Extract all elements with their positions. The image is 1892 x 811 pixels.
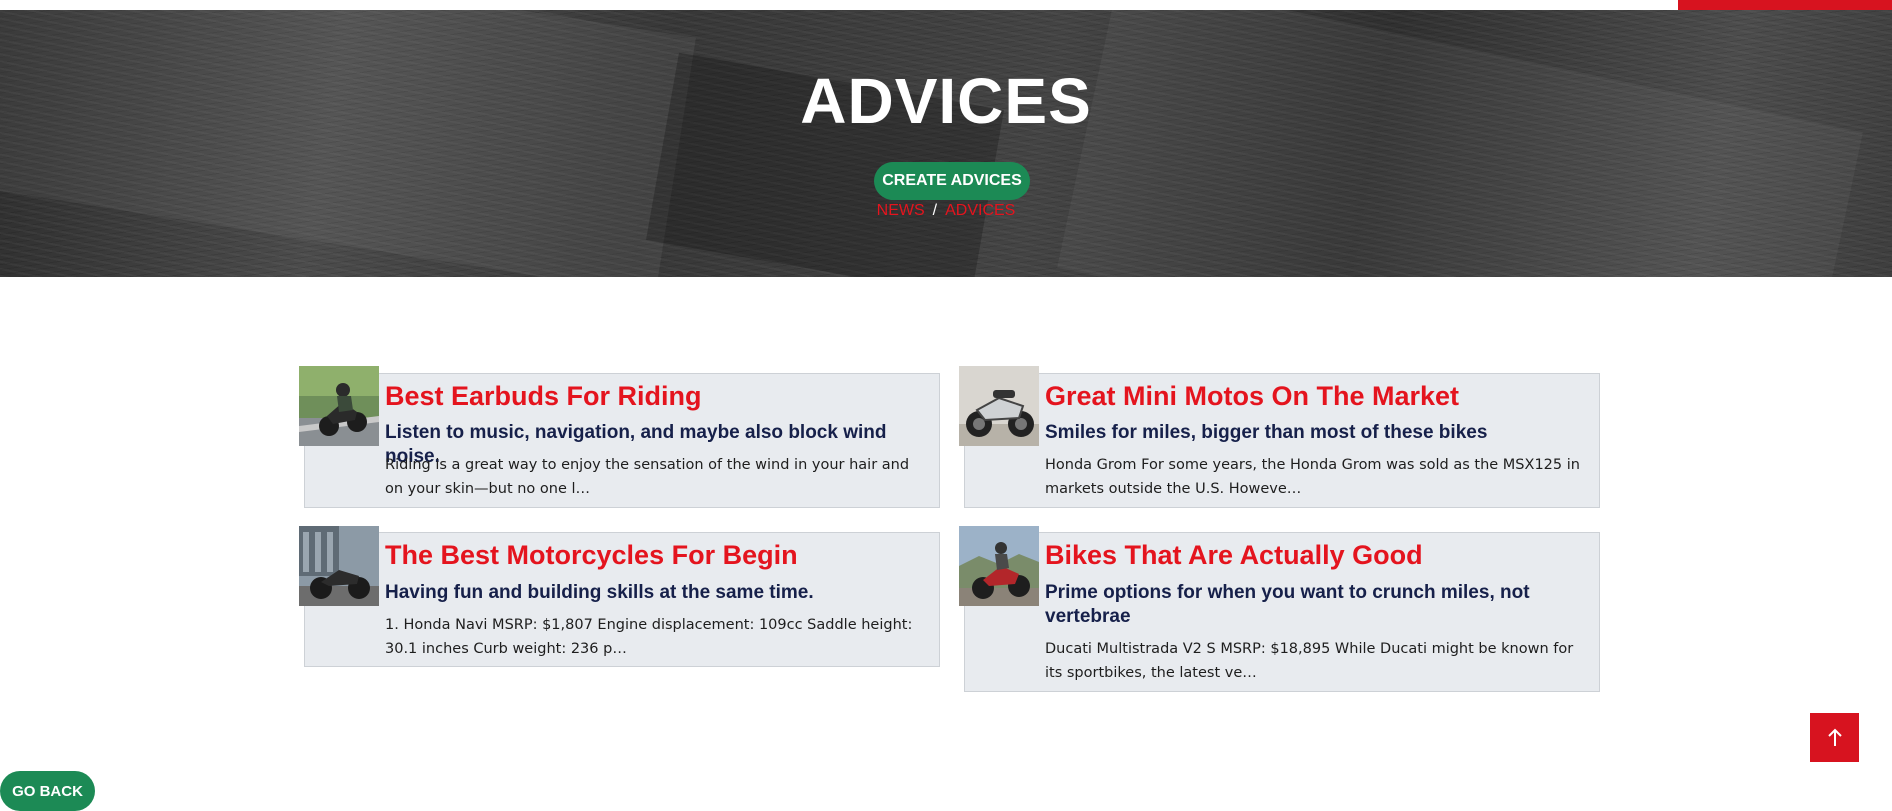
breadcrumb-separator: /: [932, 202, 938, 219]
article-thumbnail[interactable]: [299, 526, 379, 606]
scroll-to-top-button[interactable]: [1810, 713, 1859, 762]
article-thumbnail[interactable]: [299, 366, 379, 446]
article-thumbnail[interactable]: [959, 526, 1039, 606]
article-excerpt: 1. Honda Navi MSRP: $1,807 Engine displa…: [385, 617, 913, 657]
breadcrumb-news-link[interactable]: NEWS: [877, 202, 925, 219]
breadcrumb: NEWS / ADVICES: [0, 202, 1892, 220]
top-bar: [0, 0, 1892, 10]
motorcycle-image-icon: [299, 526, 379, 606]
mini-moto-image-icon: [959, 366, 1039, 446]
article-title[interactable]: Best Earbuds For Riding: [385, 381, 702, 412]
article-thumbnail[interactable]: [959, 366, 1039, 446]
arrow-up-icon: [1827, 728, 1842, 746]
hero-overlay: [0, 10, 1892, 277]
article-subtitle: Prime options for when you want to crunc…: [1045, 582, 1530, 627]
adventure-bike-image-icon: [959, 526, 1039, 606]
hero-banner: ADVICES CREATE ADVICES NEWS / ADVICES: [0, 10, 1892, 277]
article-subtitle: Smiles for miles, bigger than most of th…: [1045, 422, 1488, 443]
rider-image-icon: [299, 366, 379, 446]
article-subtitle: Having fun and building skills at the sa…: [385, 582, 814, 603]
breadcrumb-advices-link[interactable]: ADVICES: [945, 202, 1015, 219]
top-bar-accent: [1678, 0, 1892, 10]
article-excerpt: Honda Grom For some years, the Honda Gro…: [1045, 457, 1580, 497]
article-excerpt: Riding is a great way to enjoy the sensa…: [385, 457, 910, 497]
article-title[interactable]: Great Mini Motos On The Market: [1045, 381, 1459, 412]
create-advices-button[interactable]: CREATE ADVICES: [874, 162, 1030, 200]
go-back-button[interactable]: GO BACK: [0, 771, 95, 811]
page-title: ADVICES: [800, 65, 1092, 137]
article-title[interactable]: Bikes That Are Actually Good: [1045, 540, 1423, 571]
article-title[interactable]: The Best Motorcycles For Begin: [385, 540, 798, 571]
article-excerpt: Ducati Multistrada V2 S MSRP: $18,895 Wh…: [1045, 641, 1574, 681]
